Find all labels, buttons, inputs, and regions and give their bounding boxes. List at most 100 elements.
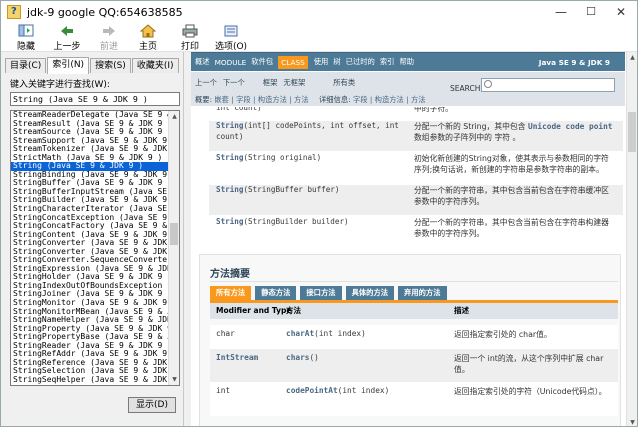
sub-nav-link[interactable]: 框架 — [263, 78, 278, 87]
index-list-item[interactable]: StreamReaderDelegate (Java SE 9 & — [11, 111, 169, 120]
nav-link[interactable]: MODULE — [215, 58, 247, 67]
sub-nav-link[interactable]: 上一个 — [195, 78, 217, 87]
index-list[interactable]: StreamReaderDelegate (Java SE 9 & StreamR… — [10, 110, 180, 386]
method-filter-tabs: 所有方法 静态方法 接口方法 具体的方法 弃用的方法 — [210, 286, 451, 300]
index-list-item[interactable]: StreamSource (Java SE 9 & JDK 9 ) — [11, 128, 169, 137]
index-list-item[interactable]: StringBufferInputStream (Java SE 9 — [11, 188, 169, 197]
index-list-item[interactable]: StringReader (Java SE 9 & JDK 9 ) — [11, 342, 169, 351]
home-button[interactable]: 主页 — [134, 23, 162, 52]
method-tab[interactable]: 所有方法 — [210, 286, 252, 300]
method-return-type: char — [216, 329, 235, 338]
constructor-name-link[interactable]: String — [216, 185, 243, 194]
scroll-down-arrow-icon[interactable]: ▼ — [627, 417, 637, 426]
keyword-input[interactable]: String (Java SE 9 & JDK 9 ) — [10, 92, 180, 106]
nav-link[interactable]: 概述 — [195, 57, 210, 67]
index-list-item[interactable]: StringNameHelper (Java SE 9 & JDK — [11, 316, 169, 325]
method-name-link[interactable]: codePointAt — [286, 386, 338, 395]
scroll-thumb[interactable] — [628, 112, 636, 152]
nav-link[interactable]: 树 — [333, 57, 340, 67]
constructor-params: (StringBuffer buffer) — [243, 185, 340, 194]
index-list-item[interactable]: StringProperty (Java SE 9 & JDK 9 — [11, 325, 169, 334]
index-list-item[interactable]: StringConcatException (Java SE 9 & — [11, 214, 169, 223]
detail-link-list[interactable]: 字段 | 构造方法 | 方法 — [353, 95, 426, 104]
index-list-item[interactable]: StringJoiner (Java SE 9 & JDK 9 ) — [11, 290, 169, 299]
toolbar: 隐藏 上一步 前进 主页 打印 选项(O) — [1, 23, 637, 52]
options-button[interactable]: 选项(O) — [213, 23, 249, 52]
method-name-link[interactable]: chars — [286, 353, 309, 362]
index-list-item[interactable]: StringIndexOutOfBoundsException (J — [11, 282, 169, 291]
search-input[interactable] — [481, 78, 615, 92]
summary-link-list[interactable]: 嵌套 | 字段 | 构造方法 | 方法 — [214, 95, 308, 104]
method-tab[interactable]: 静态方法 — [255, 286, 297, 300]
index-list-item[interactable]: StrictMath (Java SE 9 & JDK 9 ) — [11, 154, 169, 163]
maximize-button[interactable]: ☐ — [577, 3, 605, 21]
forward-button[interactable]: 前进 — [94, 23, 124, 52]
constructor-name-link[interactable]: String — [216, 217, 243, 226]
hide-pane-icon — [18, 24, 34, 38]
index-list-item[interactable]: StringSeqHelper (Java SE 9 & JDK 9 — [11, 376, 169, 385]
index-list-item[interactable]: StreamSupport (Java SE 9 & JDK 9 ) — [11, 137, 169, 146]
constructor-name-link[interactable]: String — [216, 153, 243, 162]
sub-nav-link[interactable]: 下一个 — [223, 78, 245, 87]
index-list-item[interactable]: StringReference (Java SE 9 & JDK 9 — [11, 359, 169, 368]
index-list-item[interactable]: String (Java SE 9 & JDK 9 ) — [11, 162, 169, 171]
method-tab[interactable]: 具体的方法 — [345, 286, 395, 300]
index-list-item[interactable]: StringMonitorMBean (Java SE 9 & JD — [11, 308, 169, 317]
index-list-scrollbar[interactable]: ▲ ▼ — [168, 111, 179, 385]
close-button[interactable]: ✕ — [607, 3, 635, 21]
nav-link[interactable]: 帮助 — [399, 57, 414, 67]
document-scrollbar[interactable]: ▲ ▼ — [626, 52, 637, 426]
tab-favorites[interactable]: 收藏夹(I) — [131, 58, 179, 73]
minimize-button[interactable]: — — [547, 3, 575, 21]
index-list-item[interactable]: StringMonitor (Java SE 9 & JDK 9 ) — [11, 299, 169, 308]
method-tab[interactable]: 接口方法 — [300, 286, 342, 300]
scroll-up-arrow-icon[interactable]: ▲ — [169, 111, 179, 122]
constructor-name-link[interactable]: String — [216, 121, 243, 130]
print-button[interactable]: 打印 — [176, 23, 204, 52]
nav-link[interactable]: 使用 — [314, 57, 329, 67]
sub-nav-link[interactable]: 无框架 — [283, 78, 305, 87]
index-list-item[interactable]: StringHolder (Java SE 9 & JDK 9 ) — [11, 273, 169, 282]
method-signature: chars() — [286, 353, 319, 362]
index-list-item[interactable]: StreamTokenizer (Java SE 9 & JDK 9 — [11, 145, 169, 154]
nav-link[interactable]: 已过时的 — [346, 57, 375, 67]
constructor-params: (String original) — [243, 153, 322, 162]
method-name-link[interactable]: charAt — [286, 329, 314, 338]
method-return-type[interactable]: IntStream — [216, 353, 258, 362]
index-list-item[interactable]: StringCharacterIterator (Java SE 9 — [11, 205, 169, 214]
nav-link[interactable]: 索引 — [380, 57, 395, 67]
index-list-item[interactable]: StringPropertyBase (Java SE 9 & JD — [11, 333, 169, 342]
nav-link[interactable]: 软件包 — [251, 57, 273, 67]
sub-nav-link[interactable]: 所有类 — [333, 78, 355, 87]
hide-button[interactable]: 隐藏 — [11, 23, 41, 52]
method-tab[interactable]: 弃用的方法 — [398, 286, 447, 300]
method-description: 返回指定索引处的字符（Unicode代码点）。 — [454, 387, 607, 396]
keyword-label: 键入关键字进行查找(W): — [10, 80, 110, 90]
index-list-item[interactable]: StringRefAddr (Java SE 9 & JDK 9 ) — [11, 350, 169, 359]
scroll-up-arrow-icon[interactable]: ▲ — [627, 52, 637, 63]
version-label: Java SE 9 & JDK 9 — [538, 57, 610, 67]
index-list-item[interactable]: StringBuilder (Java SE 9 & JDK 9 ) — [11, 196, 169, 205]
index-list-item[interactable]: StringConverter (Java SE 9 & JDK 9 — [11, 248, 169, 257]
scroll-down-arrow-icon[interactable]: ▼ — [169, 374, 179, 385]
display-button[interactable]: 显示(D) — [128, 397, 176, 413]
index-list-item[interactable]: StringSeqHolder (Java SE 9 & JDK 9 — [11, 385, 169, 386]
back-button[interactable]: 上一步 — [49, 23, 85, 52]
tab-search[interactable]: 搜索(S) — [90, 58, 131, 73]
index-list-item[interactable]: StreamResult (Java SE 9 & JDK 9 ) — [11, 120, 169, 129]
desc-code-link[interactable]: Unicode code point — [528, 122, 613, 131]
tab-contents[interactable]: 目录(C) — [5, 58, 47, 73]
index-list-item[interactable]: StringBuffer (Java SE 9 & JDK 9 ) — [11, 179, 169, 188]
index-list-item[interactable]: StringConverter (Java SE 9 & JDK 9 — [11, 239, 169, 248]
index-list-item[interactable]: StringConcatFactory (Java SE 9 & J — [11, 222, 169, 231]
index-list-item[interactable]: StringExpression (Java SE 9 & JDK — [11, 265, 169, 274]
tab-index[interactable]: 索引(N) — [47, 57, 90, 74]
method-params: () — [309, 353, 319, 362]
nav-link[interactable]: CLASS — [278, 55, 308, 69]
pane-splitter[interactable] — [184, 52, 191, 426]
index-list-item[interactable]: StringContent (Java SE 9 & JDK 9 ) — [11, 231, 169, 240]
index-list-item[interactable]: StringBinding (Java SE 9 & JDK 9 ) — [11, 171, 169, 180]
scroll-thumb[interactable] — [170, 223, 178, 245]
index-list-item[interactable]: StringSelection (Java SE 9 & JDK 9 — [11, 367, 169, 376]
index-list-item[interactable]: StringConverter.SequenceConverter — [11, 256, 169, 265]
